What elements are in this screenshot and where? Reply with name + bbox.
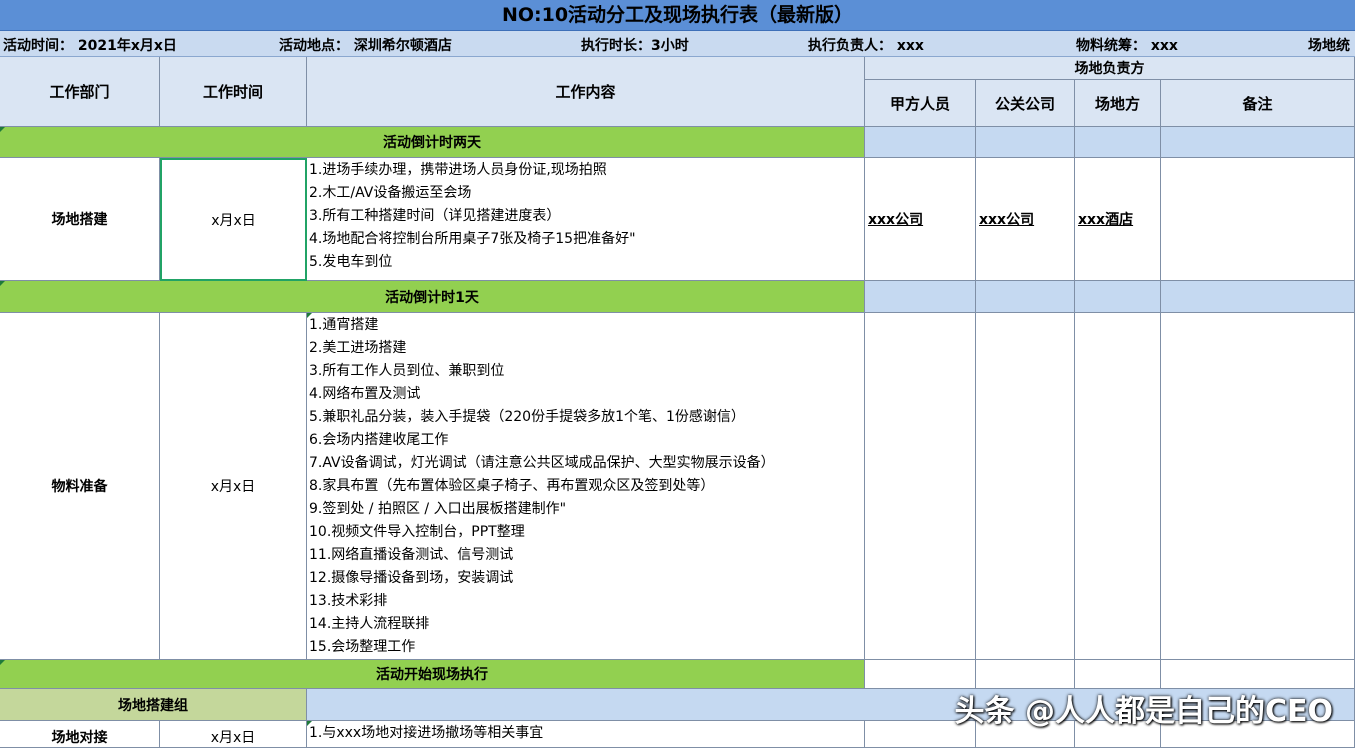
dept-cell[interactable]: 物料准备	[0, 313, 160, 660]
section-label: 活动开始现场执行	[376, 667, 488, 683]
material-coordinator: 物料统筹： xxx	[1076, 38, 1178, 54]
section-live-execution[interactable]: 活动开始现场执行	[0, 660, 865, 689]
header-venue[interactable]: 场地方	[1075, 80, 1161, 127]
time-cell[interactable]: x月x日	[160, 721, 307, 748]
task-item: 1.通宵搭建	[309, 317, 379, 333]
task-item: 1.进场手续办理，携带进场人员身份证,现场拍照	[309, 162, 607, 178]
venue-cell[interactable]: xxx酒店	[1075, 158, 1161, 281]
header-pr-company[interactable]: 公关公司	[976, 80, 1075, 127]
task-item: 7.AV设备调试，灯光调试（请注意公共区域成品保护、大型实物展示设备）	[309, 455, 775, 471]
info-bar: 活动时间： 2021年x月x日 活动地点： 深圳希尔顿酒店 执行时长：3小时 执…	[0, 31, 1355, 57]
group-label-cell[interactable]: 场地搭建组	[0, 689, 307, 721]
cell[interactable]	[1161, 127, 1355, 158]
party-a-cell[interactable]: xxx公司	[865, 158, 976, 281]
pr-company-cell[interactable]: xxx公司	[976, 158, 1075, 281]
cell[interactable]	[865, 127, 976, 158]
time-cell[interactable]: x月x日	[160, 313, 307, 660]
task-item: 9.签到处 / 拍照区 / 入口出展板搭建制作"	[309, 501, 567, 517]
time-cell-selected[interactable]: x月x日	[160, 158, 307, 281]
activity-leader: 执行负责人： xxx	[808, 38, 924, 54]
cell[interactable]	[1161, 660, 1355, 689]
task-item: 11.网络直播设备测试、信号测试	[309, 547, 514, 563]
note-cell[interactable]	[1161, 158, 1355, 281]
note-cell[interactable]	[1161, 313, 1355, 660]
cell-marker	[307, 313, 312, 318]
cell-marker	[307, 721, 312, 726]
task-item: 5.发电车到位	[309, 254, 393, 270]
cell[interactable]	[976, 281, 1075, 313]
task-item: 13.技术彩排	[309, 593, 388, 609]
cell[interactable]	[1075, 281, 1161, 313]
dept-cell[interactable]: 场地对接	[0, 721, 160, 748]
header-content[interactable]: 工作内容	[307, 57, 865, 127]
header-venue-owner[interactable]: 场地负责方	[865, 57, 1355, 80]
task-item: 4.网络布置及测试	[309, 386, 421, 402]
task-item: 8.家具布置（先布置体验区桌子椅子、再布置观众区及签到处等）	[309, 478, 715, 494]
content-cell[interactable]: 1.通宵搭建 2.美工进场搭建 3.所有工作人员到位、兼职到位 4.网络布置及测…	[307, 313, 865, 660]
task-item: 2.美工进场搭建	[309, 340, 407, 356]
cell[interactable]	[976, 127, 1075, 158]
task-item: 2.木工/AV设备搬运至会场	[309, 185, 472, 201]
cell[interactable]	[865, 660, 976, 689]
task-item: 15.会场整理工作	[309, 639, 416, 655]
cell[interactable]	[865, 281, 976, 313]
header-party-a[interactable]: 甲方人员	[865, 80, 976, 127]
task-item: 14.主持人流程联排	[309, 616, 430, 632]
task-item: 4.场地配合将控制台所用桌子7张及椅子15把准备好"	[309, 231, 636, 247]
task-item: 5.兼职礼品分装，装入手提袋（220份手提袋多放1个笔、1份感谢信）	[309, 409, 745, 425]
cell-marker	[0, 127, 5, 132]
task-item: 3.所有工作人员到位、兼职到位	[309, 363, 505, 379]
section-label: 活动倒计时1天	[385, 289, 479, 306]
cell[interactable]	[976, 660, 1075, 689]
pr-company-cell[interactable]	[976, 313, 1075, 660]
cell[interactable]	[1161, 281, 1355, 313]
activity-place: 活动地点： 深圳希尔顿酒店	[279, 38, 452, 54]
header-time[interactable]: 工作时间	[160, 57, 307, 127]
dept-cell[interactable]: 场地搭建	[0, 158, 160, 281]
party-a-cell[interactable]	[865, 313, 976, 660]
task-item: 1.与xxx场地对接进场撤场等相关事宜	[309, 725, 544, 741]
venue-coordinator: 场地统	[1308, 38, 1350, 54]
task-item: 3.所有工种搭建时间（详见搭建进度表）	[309, 208, 561, 224]
header-note[interactable]: 备注	[1161, 80, 1355, 127]
section-label: 活动倒计时两天	[383, 135, 481, 151]
task-item: 10.视频文件导入控制台，PPT整理	[309, 524, 525, 540]
section-two-days[interactable]: 活动倒计时两天	[0, 127, 865, 158]
watermark-text: 头条 @人人都是自己的CEO	[954, 694, 1333, 729]
cell[interactable]	[1075, 127, 1161, 158]
venue-cell[interactable]	[1075, 313, 1161, 660]
section-one-day[interactable]: 活动倒计时1天	[0, 281, 865, 313]
cell[interactable]	[1075, 660, 1161, 689]
task-item: 6.会场内搭建收尾工作	[309, 432, 449, 448]
content-cell[interactable]: 1.进场手续办理，携带进场人员身份证,现场拍照 2.木工/AV设备搬运至会场 3…	[307, 158, 865, 281]
header-dept[interactable]: 工作部门	[0, 57, 160, 127]
activity-time: 活动时间： 2021年x月x日	[3, 38, 177, 54]
cell-marker	[0, 281, 5, 286]
content-cell[interactable]: 1.与xxx场地对接进场撤场等相关事宜	[307, 721, 865, 748]
task-item: 12.摄像导播设备到场，安装调试	[309, 570, 514, 586]
sheet-title: NO:10活动分工及现场执行表（最新版）	[0, 0, 1355, 31]
activity-duration: 执行时长：3小时	[581, 38, 689, 54]
cell-marker	[0, 660, 5, 665]
